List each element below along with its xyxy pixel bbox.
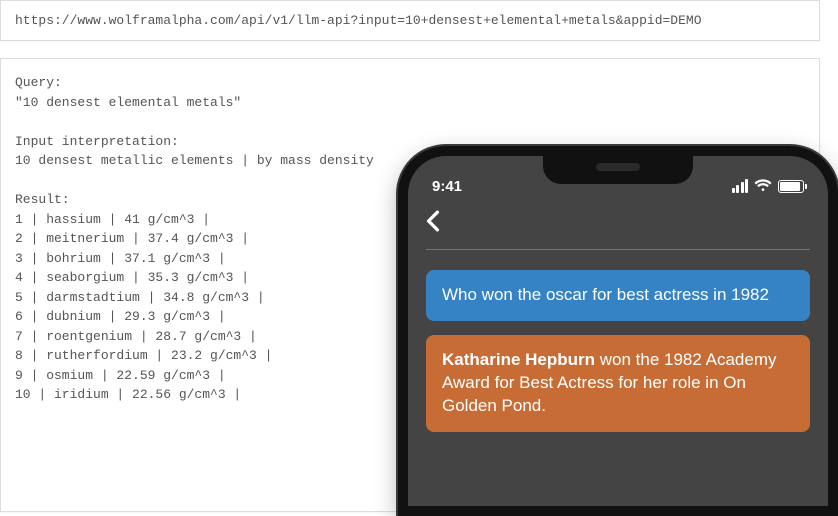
- interpretation-label: Input interpretation:: [15, 134, 179, 149]
- api-url-text: https://www.wolframalpha.com/api/v1/llm-…: [15, 13, 702, 28]
- status-time: 9:41: [432, 178, 462, 195]
- status-right: [732, 179, 805, 193]
- user-message-bubble[interactable]: Who won the oscar for best actress in 19…: [426, 270, 810, 321]
- result-row: 6 | dubnium | 29.3 g/cm^3 |: [15, 309, 226, 324]
- result-row: 3 | bohrium | 37.1 g/cm^3 |: [15, 251, 226, 266]
- query-label: Query:: [15, 75, 62, 90]
- result-label: Result:: [15, 192, 70, 207]
- wifi-icon: [754, 179, 772, 193]
- phone-speaker: [596, 163, 640, 171]
- phone-notch: [543, 156, 693, 184]
- chat-area: Who won the oscar for best actress in 19…: [408, 250, 828, 452]
- result-row: 1 | hassium | 41 g/cm^3 |: [15, 212, 210, 227]
- battery-fill: [780, 182, 800, 191]
- phone-screen: 9:41 Who won the oscar for best actr: [408, 156, 828, 506]
- battery-icon: [778, 180, 804, 193]
- phone-frame: 9:41 Who won the oscar for best actr: [398, 146, 838, 516]
- result-row: 4 | seaborgium | 35.3 g/cm^3 |: [15, 270, 249, 285]
- result-row: 9 | osmium | 22.59 g/cm^3 |: [15, 368, 226, 383]
- user-message-text: Who won the oscar for best actress in 19…: [442, 285, 769, 304]
- result-row: 8 | rutherfordium | 23.2 g/cm^3 |: [15, 348, 272, 363]
- interpretation-value: 10 densest metallic elements | by mass d…: [15, 153, 374, 168]
- cellular-signal-icon: [732, 179, 749, 193]
- result-row: 7 | roentgenium | 28.7 g/cm^3 |: [15, 329, 257, 344]
- result-row: 2 | meitnerium | 37.4 g/cm^3 |: [15, 231, 249, 246]
- query-value: "10 densest elemental metals": [15, 95, 241, 110]
- result-row: 5 | darmstadtium | 34.8 g/cm^3 |: [15, 290, 265, 305]
- nav-bar: [408, 202, 828, 249]
- back-button[interactable]: [426, 210, 810, 237]
- answer-bold: Katharine Hepburn: [442, 350, 595, 369]
- assistant-message-bubble: Katharine Hepburn won the 1982 Academy A…: [426, 335, 810, 432]
- api-url-box: https://www.wolframalpha.com/api/v1/llm-…: [0, 0, 820, 41]
- result-row: 10 | iridium | 22.56 g/cm^3 |: [15, 387, 241, 402]
